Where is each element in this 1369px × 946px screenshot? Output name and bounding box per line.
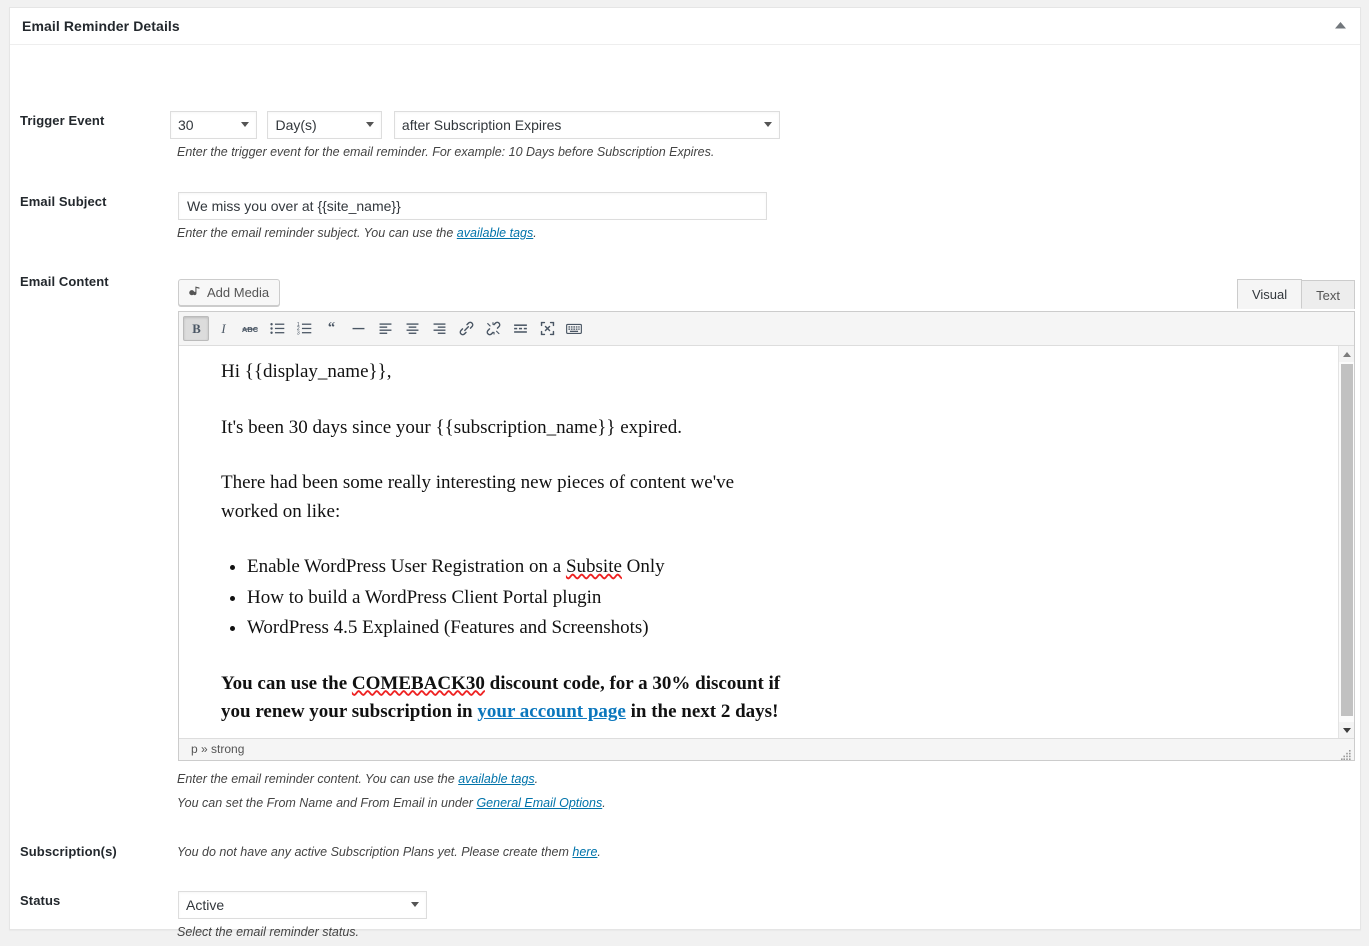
content-list: Enable WordPress User Registration on a … (221, 553, 1314, 643)
status-label: Status (20, 893, 61, 908)
strikethrough-icon[interactable]: ABC (237, 316, 263, 341)
scrollbar-thumb[interactable] (1341, 364, 1353, 716)
general-email-options-link[interactable]: General Email Options (476, 796, 602, 810)
horizontal-rule-icon[interactable] (345, 316, 371, 341)
email-subject-description: Enter the email reminder subject. You ca… (177, 226, 537, 240)
editor-mode-tabs: Visual Text (1236, 279, 1355, 309)
add-media-label: Add Media (207, 285, 270, 300)
align-center-icon[interactable] (399, 316, 425, 341)
content-greeting: Hi {{display_name}}, (221, 361, 392, 382)
content-promo: You can use the COMEBACK30 discount code… (221, 672, 781, 723)
list-item: WordPress 4.5 Explained (Features and Sc… (247, 614, 1314, 643)
align-left-icon[interactable] (372, 316, 398, 341)
tab-text[interactable]: Text (1301, 280, 1355, 309)
trigger-amount-select[interactable]: 30 (170, 111, 257, 139)
subscriptions-desc-period: . (597, 845, 601, 859)
bullet-list-icon[interactable] (264, 316, 290, 341)
toolbar-toggle-icon[interactable] (561, 316, 587, 341)
page-title: Email Reminder Details (22, 18, 180, 34)
email-reminder-details-panel: Email Reminder Details Trigger Event 30 … (9, 7, 1361, 939)
status-description: Select the email reminder status. (177, 925, 360, 939)
status-select-wrap: Active (178, 891, 427, 919)
editor-toolbar: B I ABC 1 2 3 “ (179, 312, 1354, 346)
svg-text:3: 3 (296, 330, 299, 336)
resize-handle-icon[interactable] (1341, 747, 1352, 760)
status-select[interactable]: Active (178, 891, 427, 919)
subscriptions-label: Subscription(s) (20, 844, 117, 859)
chevron-up-icon[interactable] (1326, 14, 1354, 40)
tab-visual[interactable]: Visual (1236, 279, 1303, 309)
editor-content-area[interactable]: Hi {{display_name}}, It's been 30 days s… (179, 346, 1354, 738)
trigger-amount-select-wrap: 30 (170, 111, 257, 139)
panel-header: Email Reminder Details (10, 8, 1360, 45)
numbered-list-icon[interactable]: 1 2 3 (291, 316, 317, 341)
editor-media-buttons: Add Media Visual Text (178, 279, 1355, 311)
editor-rich-text[interactable]: Hi {{display_name}}, It's been 30 days s… (179, 346, 1354, 737)
scroll-down-icon[interactable] (1339, 722, 1354, 738)
list-item: How to build a WordPress Client Portal p… (247, 584, 1314, 613)
svg-text:B: B (192, 322, 201, 336)
subscriptions-description: You do not have any active Subscription … (177, 845, 601, 859)
content-line-3: There had been some really interesting n… (221, 472, 735, 522)
spellcheck-word: COMEBACK30 (351, 672, 485, 694)
editor-frame: B I ABC 1 2 3 “ Hi {{display_name}}, It'… (178, 311, 1355, 761)
link-icon[interactable] (453, 316, 479, 341)
email-subject-desc-period: . (533, 226, 537, 240)
svg-text:“: “ (327, 320, 334, 336)
trigger-event-description: Enter the trigger event for the email re… (177, 145, 715, 159)
content-desc1-text: Enter the email reminder content. You ca… (177, 772, 459, 786)
editor-statusbar: p » strong (179, 738, 1354, 760)
available-tags-link[interactable]: available tags (458, 772, 534, 786)
content-desc2-text: You can set the From Name and From Email… (177, 796, 477, 810)
element-path[interactable]: p » strong (191, 742, 244, 756)
trigger-event-select[interactable]: after Subscription Expires (393, 111, 780, 139)
email-subject-input[interactable] (178, 192, 767, 220)
content-desc1-period: . (534, 772, 539, 786)
content-line-2: It's been 30 days since your {{subscript… (221, 416, 682, 438)
svg-text:I: I (220, 322, 226, 336)
blockquote-icon[interactable]: “ (318, 316, 344, 341)
trigger-unit-select-wrap: Day(s) (267, 111, 383, 139)
media-icon (187, 284, 202, 302)
fullscreen-icon[interactable] (534, 316, 560, 341)
scroll-up-icon[interactable] (1339, 346, 1354, 362)
email-content-description-2: You can set the From Name and From Email… (177, 796, 606, 810)
add-media-button[interactable]: Add Media (178, 279, 281, 306)
spellcheck-word: Subsite (565, 556, 622, 577)
account-page-link[interactable]: your account page (477, 701, 625, 722)
bold-icon[interactable]: B (183, 316, 209, 341)
email-content-label: Email Content (20, 274, 109, 289)
create-plans-here-link[interactable]: here (572, 845, 597, 859)
subscriptions-desc-text: You do not have any active Subscription … (177, 845, 573, 859)
trigger-event-select-wrap: after Subscription Expires (393, 111, 780, 139)
list-item: Enable WordPress User Registration on a … (247, 553, 1314, 582)
trigger-event-controls: 30 Day(s) after Subscription Expires (170, 111, 780, 139)
trigger-event-label: Trigger Event (20, 113, 105, 128)
align-right-icon[interactable] (426, 316, 452, 341)
insert-more-icon[interactable] (507, 316, 533, 341)
available-tags-link[interactable]: available tags (457, 226, 533, 240)
email-subject-desc-text: Enter the email reminder subject. You ca… (177, 226, 457, 240)
trigger-unit-select[interactable]: Day(s) (267, 111, 383, 139)
email-subject-label: Email Subject (20, 194, 107, 209)
italic-icon[interactable]: I (210, 316, 236, 341)
editor-scrollbar[interactable] (1338, 346, 1354, 738)
email-content-description-1: Enter the email reminder content. You ca… (177, 772, 538, 786)
unlink-icon[interactable] (480, 316, 506, 341)
content-desc2-period: . (602, 796, 606, 810)
email-content-editor: Add Media Visual Text B I ABC 1 2 3 “ Hi… (178, 279, 1355, 761)
